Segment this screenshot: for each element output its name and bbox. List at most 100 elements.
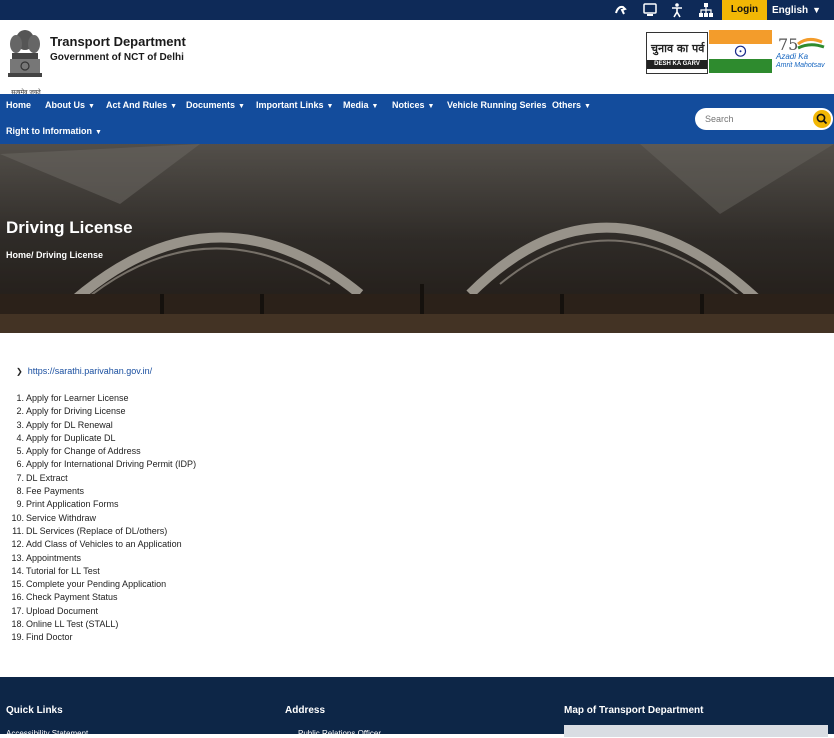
search-icon	[816, 113, 828, 125]
nav-notices[interactable]: Notices ▼	[392, 100, 434, 110]
nav-vehicle-running-series[interactable]: Vehicle Running Series	[447, 100, 547, 110]
hero-title: Driving License	[6, 218, 133, 237]
nav-label: Notices	[392, 100, 425, 110]
list-item-number: 18.	[11, 619, 24, 630]
map-heading: Map of Transport Department	[564, 705, 704, 716]
list-item-number: 14.	[11, 565, 24, 576]
nav-label: Important Links	[256, 100, 324, 110]
nav-label: Media	[343, 100, 369, 110]
main-navigation: Home About Us ▼ Act And Rules ▼ Documents ▼…	[0, 94, 834, 144]
list-item-label: Fee Payments	[26, 486, 85, 497]
list-item-number: 1.	[16, 393, 24, 403]
site-footer: Quick Links Address Map of Transport Dep…	[0, 677, 834, 738]
list-item-label: Apply for Driving License	[26, 406, 126, 417]
chunav-sub: DESH KA GARV	[647, 60, 707, 69]
nav-label: Documents	[186, 100, 236, 110]
list-item-label: Online LL Test (STALL)	[26, 619, 119, 630]
chunav-ka-parv-logo[interactable]: चुनाव का पर्व DESH KA GARV	[646, 32, 708, 74]
caret-down-icon: ▼	[427, 103, 435, 110]
nav-label: Home	[6, 100, 32, 110]
nav-home[interactable]: Home	[6, 100, 31, 110]
indian-flag-logo	[709, 30, 772, 73]
list-item-number: 17.	[11, 605, 24, 616]
list-item-label: DL Services (Replace of DL/others)	[26, 525, 168, 536]
quick-links-heading: Quick Links	[6, 705, 63, 716]
site-header: सत्यमेव जयते Transport Department Govern…	[0, 20, 834, 96]
list-item-label: Add Class of Vehicles to an Application	[26, 539, 182, 550]
transport-department-map[interactable]	[564, 725, 828, 737]
list-item-label: Upload Document	[26, 605, 99, 616]
list-item-label: Apply for Learner License	[26, 393, 129, 403]
azadi-line1: Azadi Ka	[776, 52, 809, 61]
caret-down-icon: ▼	[88, 103, 95, 110]
list-item-number: 13.	[11, 552, 24, 563]
page-subtitle: Government of NCT of Delhi	[50, 52, 184, 63]
nav-label: About Us	[45, 100, 85, 110]
list-item-number: 9.	[16, 499, 24, 510]
nav-act-and-rules[interactable]: Act And Rules ▼	[106, 100, 177, 110]
nav-media[interactable]: Media ▼	[343, 100, 378, 110]
caret-down-icon: ▼	[371, 103, 379, 110]
nav-label: Act And Rules	[106, 100, 168, 110]
list-item-number: 16.	[11, 592, 24, 603]
search-button[interactable]	[813, 110, 831, 128]
sarathi-link[interactable]: ❯ https://sarathi.parivahan.gov.in/	[16, 366, 152, 376]
list-item-label: Apply for International Driving Permit (…	[26, 459, 197, 470]
nav-right-to-information[interactable]: Right to Information ▼	[6, 126, 102, 136]
list-item-label: Print Application Forms	[26, 499, 119, 510]
caret-down-icon: ▼	[170, 103, 178, 110]
nav-about-us[interactable]: About Us ▼	[45, 100, 95, 110]
nav-label: Vehicle Running Series	[447, 100, 547, 110]
caret-down-icon: ▼	[238, 103, 245, 110]
list-item-number: 15.	[11, 579, 24, 590]
sitemap-icon[interactable]	[698, 2, 714, 18]
list-item-number: 6.	[16, 459, 24, 470]
list-item-number: 4.	[16, 432, 24, 443]
caret-down-icon: ▼	[584, 103, 591, 110]
list-item-label: Appointments	[26, 552, 82, 563]
language-label: English	[772, 5, 809, 16]
list-item-number: 10.	[11, 512, 24, 523]
sign-language-icon[interactable]	[613, 2, 629, 18]
azadi-line2: Amrit Mahotsav	[776, 62, 825, 69]
nav-label: Right to Information	[6, 126, 92, 136]
list-item-label: Complete your Pending Application	[26, 579, 167, 590]
list-item-label: DL Extract	[26, 472, 68, 483]
list-item-label: Tutorial for LL Test	[26, 565, 100, 576]
sarathi-link-text: https://sarathi.parivahan.gov.in/	[27, 366, 153, 376]
breadcrumb[interactable]: Home/ Driving License	[6, 250, 103, 260]
search-box	[695, 108, 833, 130]
language-selector[interactable]: English ▼	[772, 0, 821, 20]
search-input[interactable]	[705, 112, 805, 126]
login-button[interactable]: Login	[722, 0, 767, 20]
caret-down-icon: ▼	[326, 103, 334, 110]
national-emblem-logo[interactable]: सत्यमेव जयते	[6, 26, 44, 96]
azadi-ka-amrit-mahotsav-logo[interactable]: 75 Azadi Ka Amrit Mahotsav	[776, 34, 832, 74]
caret-down-icon: ▼	[94, 129, 102, 136]
accessibility-icon[interactable]	[669, 2, 685, 18]
nav-documents[interactable]: Documents ▼	[186, 100, 245, 110]
list-item-number: 19.	[11, 632, 24, 643]
nav-label: Others	[552, 100, 582, 110]
chunav-text: चुनाव का पर्व	[651, 42, 705, 55]
banner-background-image	[0, 144, 834, 333]
chevron-down-icon: ▼	[812, 5, 822, 15]
list-item-number: 3.	[16, 419, 24, 430]
top-utility-bar: Login English ▼	[0, 0, 834, 20]
list-item-label: Apply for Change of Address	[26, 446, 141, 457]
screen-reader-icon[interactable]	[642, 2, 658, 18]
nav-others[interactable]: Others ▼	[552, 100, 591, 110]
list-item-number: 8.	[16, 486, 24, 497]
page-title[interactable]: Transport Department	[50, 34, 186, 49]
list-item-number: 5.	[16, 446, 24, 457]
nav-important-links[interactable]: Important Links ▼	[256, 100, 333, 110]
list-item-label: Check Payment Status	[26, 592, 118, 603]
hero-banner: Driving License Home/ Driving License	[0, 144, 834, 333]
address-heading: Address	[285, 705, 326, 716]
list-item-label: Apply for DL Renewal	[26, 419, 113, 430]
list-item-number: 7.	[16, 472, 24, 483]
list-item-label: Apply for Duplicate DL	[26, 432, 116, 443]
list-item-number: 11.	[12, 525, 24, 536]
list-item-number: 2.	[16, 406, 24, 417]
list-item-label: Service Withdraw	[26, 512, 97, 523]
